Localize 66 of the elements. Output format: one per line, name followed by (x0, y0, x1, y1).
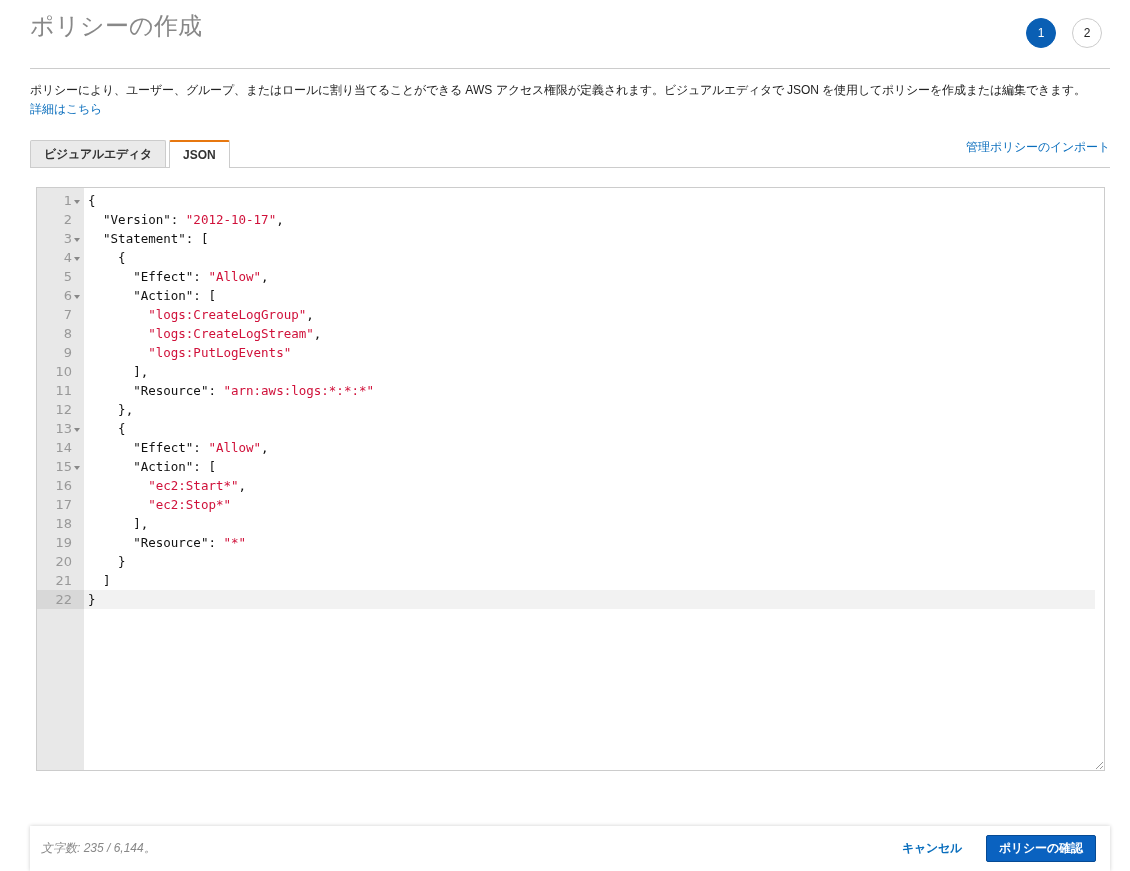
code-string: "logs:CreateLogStream" (147, 326, 314, 341)
code-string: "logs:CreateLogGroup" (147, 307, 307, 322)
code-text: , (306, 307, 314, 322)
code-text: "Action": [ (132, 459, 216, 474)
import-policy-link[interactable]: 管理ポリシーのインポート (966, 139, 1110, 156)
line-number: 8 (63, 326, 73, 341)
step-indicator: 1 (1026, 18, 1056, 48)
code-string: "2012-10-17" (185, 212, 277, 227)
code-string: "logs:PutLogEvents" (147, 345, 292, 360)
code-text: } (117, 554, 126, 569)
review-policy-button[interactable]: ポリシーの確認 (986, 835, 1096, 862)
cancel-link[interactable]: キャンセル (902, 840, 962, 857)
code-text: } (88, 592, 96, 607)
line-number: 9 (63, 345, 73, 360)
code-string: "Allow" (208, 269, 262, 284)
code-text: "Action": [ (132, 288, 216, 303)
line-number: 2 (63, 212, 73, 227)
code-text: "Effect": (132, 440, 202, 455)
code-text: { (88, 193, 96, 208)
line-number: 21 (55, 573, 73, 588)
code-text: "Resource": (132, 383, 217, 398)
line-number: 18 (55, 516, 73, 531)
code-text: ] (102, 573, 111, 588)
line-number: 3 (63, 231, 81, 246)
code-text: , (261, 440, 269, 455)
line-number: 1 (63, 193, 81, 208)
line-number: 11 (55, 383, 73, 398)
line-number: 19 (55, 535, 73, 550)
line-number: 16 (55, 478, 73, 493)
code-text: , (238, 478, 247, 493)
line-number: 5 (63, 269, 73, 284)
line-number: 22 (55, 592, 73, 607)
code-text: "Resource": (132, 535, 217, 550)
line-number: 6 (63, 288, 81, 303)
line-number: 7 (63, 307, 73, 322)
editor-tab[interactable]: JSON (169, 140, 230, 168)
code-text: { (117, 421, 126, 436)
code-text: , (261, 269, 269, 284)
code-text: ], (132, 364, 149, 379)
code-text: , (276, 212, 284, 227)
line-number: 20 (55, 554, 73, 569)
line-number: 15 (55, 459, 81, 474)
editor-tab[interactable]: ビジュアルエディタ (30, 140, 166, 167)
code-text: "Statement": [ (102, 231, 209, 246)
resize-grip-icon[interactable] (1095, 761, 1103, 769)
line-number: 14 (55, 440, 73, 455)
line-number: 4 (63, 250, 81, 265)
code-string: "ec2:Start*" (147, 478, 239, 493)
description-text: ポリシーにより、ユーザー、グループ、またはロールに割り当てることができる AWS アクセス権限が定義されます。ビジュアルエディタで JSON を使用してポリシーを作成または編集できます。 詳細はこちら (30, 82, 1088, 118)
line-number: 10 (55, 364, 73, 379)
line-number: 12 (55, 402, 73, 417)
code-string: "Allow" (208, 440, 262, 455)
code-text: ], (132, 516, 149, 531)
line-number: 13 (55, 421, 81, 436)
character-count: 文字数: 235 / 6,144。 (41, 840, 156, 857)
code-string: "*" (223, 535, 247, 550)
code-text: }, (117, 402, 134, 417)
code-text: , (313, 326, 322, 341)
code-text: "Version": (102, 212, 180, 227)
code-string: "ec2:Stop*" (147, 497, 231, 512)
code-text: "Effect": (132, 269, 202, 284)
learn-more-link[interactable]: 詳細はこちら (30, 102, 102, 116)
code-string: "arn:aws:logs:*:*:*" (223, 383, 374, 398)
page-title: ポリシーの作成 (30, 11, 203, 41)
line-number: 17 (55, 497, 73, 512)
code-text: { (117, 250, 126, 265)
